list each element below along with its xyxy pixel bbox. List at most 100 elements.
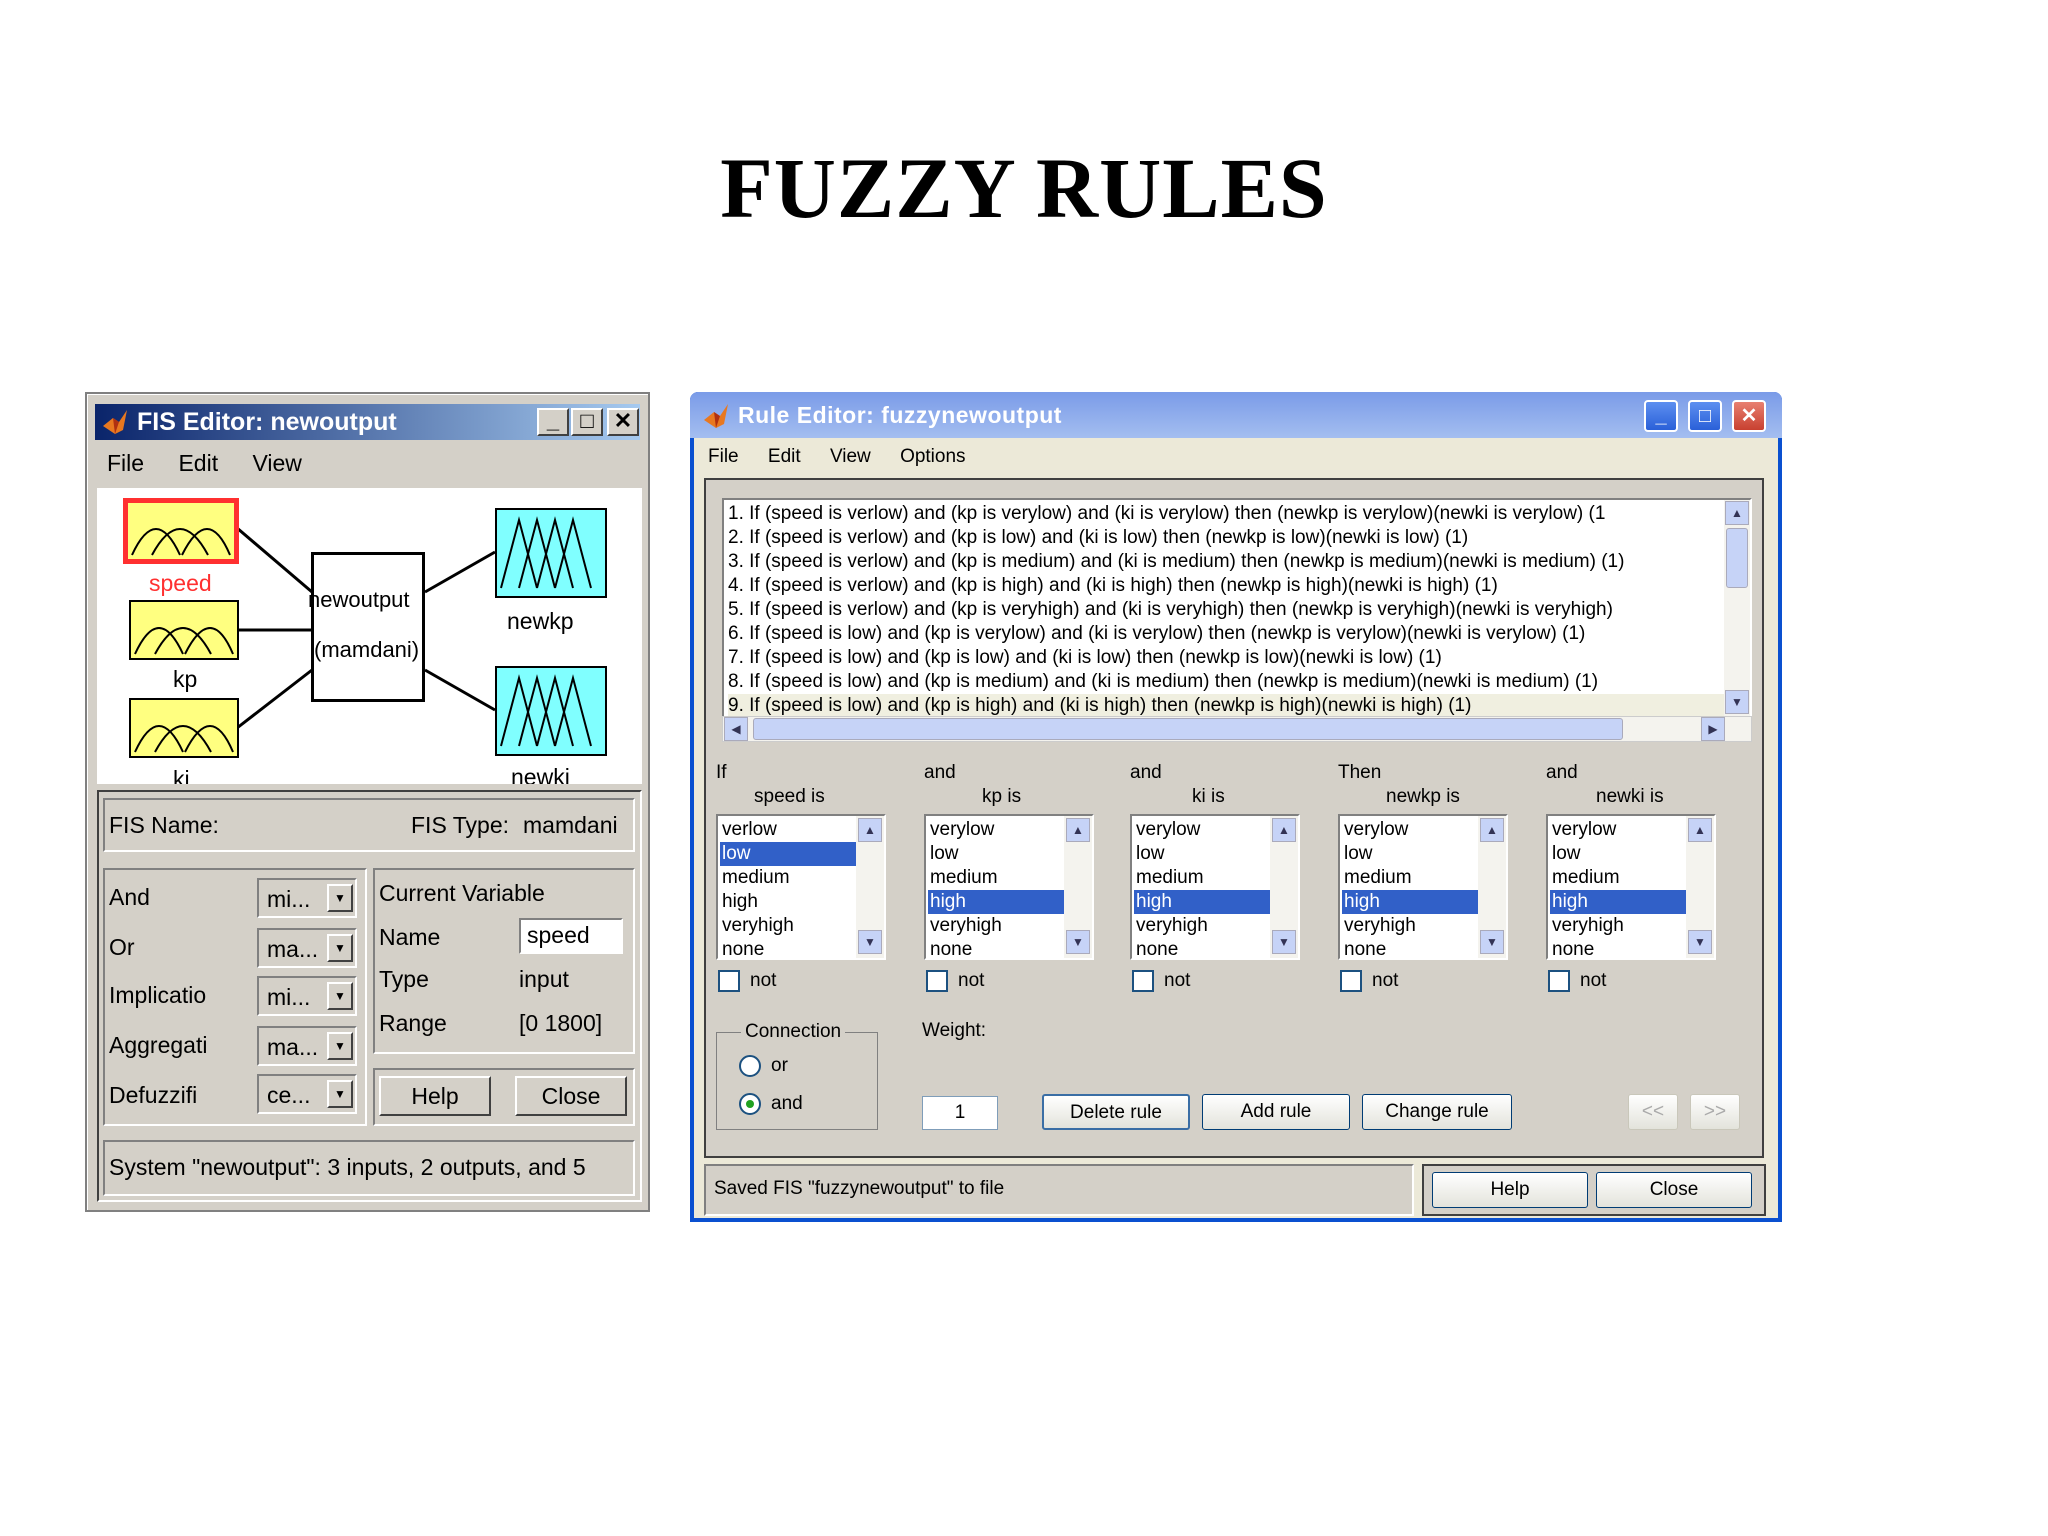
rule-item[interactable]: 3. If (speed is verlow) and (kp is mediu… bbox=[728, 550, 1728, 574]
list-item[interactable]: veryhigh bbox=[928, 914, 1064, 938]
output-newkp-block[interactable] bbox=[495, 508, 607, 598]
menu-file[interactable]: File bbox=[107, 450, 144, 476]
weight-input[interactable]: 1 bbox=[922, 1096, 998, 1130]
scroll-down-icon[interactable]: ▼ bbox=[1725, 690, 1749, 714]
rule-item-selected[interactable]: 9. If (speed is low) and (kp is high) an… bbox=[728, 694, 1728, 716]
rule-item[interactable]: 8. If (speed is low) and (kp is medium) … bbox=[728, 670, 1728, 694]
list-item-selected[interactable]: high bbox=[1550, 890, 1686, 914]
implication-method-dropdown[interactable]: mi... ▼ bbox=[257, 976, 357, 1016]
scroll-down-icon[interactable]: ▼ bbox=[1480, 930, 1504, 954]
speed-listbox[interactable]: verlow low medium high veryhigh none ▲ ▼ bbox=[716, 814, 886, 960]
rule-item[interactable]: 6. If (speed is low) and (kp is verylow)… bbox=[728, 622, 1728, 646]
help-button[interactable]: Help bbox=[379, 1076, 491, 1116]
scroll-down-icon[interactable]: ▼ bbox=[1066, 930, 1090, 954]
rule-list-horizontal-scrollbar[interactable]: ◀ ▶ bbox=[722, 716, 1752, 742]
next-rules-button[interactable]: >> bbox=[1690, 1094, 1740, 1130]
listbox-scrollbar[interactable]: ▲ ▼ bbox=[856, 816, 884, 958]
list-item[interactable]: veryhigh bbox=[1134, 914, 1270, 938]
listbox-scrollbar[interactable]: ▲ ▼ bbox=[1270, 816, 1298, 958]
list-item-selected[interactable]: high bbox=[928, 890, 1064, 914]
minimize-button[interactable]: _ bbox=[537, 408, 569, 436]
not-checkbox[interactable] bbox=[926, 970, 948, 992]
rule-item[interactable]: 4. If (speed is verlow) and (kp is high)… bbox=[728, 574, 1728, 598]
ki-listbox[interactable]: verylow low medium high veryhigh none ▲ … bbox=[1130, 814, 1300, 960]
scroll-down-icon[interactable]: ▼ bbox=[1272, 930, 1296, 954]
variable-name-field[interactable]: speed bbox=[519, 918, 623, 954]
kp-listbox[interactable]: verylow low medium high veryhigh none ▲ … bbox=[924, 814, 1094, 960]
close-button[interactable]: Close bbox=[1596, 1172, 1752, 1208]
list-item[interactable]: low bbox=[1342, 842, 1478, 866]
scroll-up-icon[interactable]: ▲ bbox=[1066, 818, 1090, 842]
list-item[interactable]: low bbox=[1134, 842, 1270, 866]
fis-title-bar[interactable]: FIS Editor: newoutput _ □ ✕ bbox=[95, 404, 640, 440]
not-checkbox[interactable] bbox=[1548, 970, 1570, 992]
list-item[interactable]: verylow bbox=[1134, 818, 1270, 842]
list-item-selected[interactable]: low bbox=[720, 842, 856, 866]
scroll-up-icon[interactable]: ▲ bbox=[1725, 501, 1749, 525]
not-checkbox[interactable] bbox=[1340, 970, 1362, 992]
list-item[interactable]: veryhigh bbox=[720, 914, 856, 938]
aggregation-method-dropdown[interactable]: ma... ▼ bbox=[257, 1026, 357, 1066]
rule-item[interactable]: 1. If (speed is verlow) and (kp is veryl… bbox=[728, 502, 1728, 526]
menu-file[interactable]: File bbox=[708, 446, 739, 467]
previous-rules-button[interactable]: << bbox=[1628, 1094, 1678, 1130]
help-button[interactable]: Help bbox=[1432, 1172, 1588, 1208]
close-window-button[interactable]: ✕ bbox=[1732, 400, 1766, 432]
rule-list[interactable]: 1. If (speed is verlow) and (kp is veryl… bbox=[722, 498, 1752, 718]
menu-view[interactable]: View bbox=[252, 450, 301, 476]
list-item[interactable]: low bbox=[928, 842, 1064, 866]
newki-listbox[interactable]: verylow low medium high veryhigh none ▲ … bbox=[1546, 814, 1716, 960]
not-checkbox[interactable] bbox=[1132, 970, 1154, 992]
add-rule-button[interactable]: Add rule bbox=[1202, 1094, 1350, 1130]
list-item-selected[interactable]: high bbox=[1134, 890, 1270, 914]
list-item[interactable]: veryhigh bbox=[1550, 914, 1686, 938]
list-item[interactable]: none bbox=[1550, 938, 1686, 958]
change-rule-button[interactable]: Change rule bbox=[1362, 1094, 1512, 1130]
close-window-button[interactable]: ✕ bbox=[607, 408, 639, 436]
menu-view[interactable]: View bbox=[830, 446, 871, 467]
and-radio[interactable] bbox=[739, 1093, 761, 1115]
menu-edit[interactable]: Edit bbox=[768, 446, 801, 467]
rule-list-vertical-scrollbar[interactable]: ▲ ▼ bbox=[1724, 500, 1750, 716]
scroll-down-icon[interactable]: ▼ bbox=[858, 930, 882, 954]
list-item[interactable]: medium bbox=[1550, 866, 1686, 890]
input-speed-block[interactable] bbox=[123, 498, 239, 564]
list-item[interactable]: medium bbox=[1134, 866, 1270, 890]
list-item[interactable]: veryhigh bbox=[1342, 914, 1478, 938]
or-radio[interactable] bbox=[739, 1055, 761, 1077]
list-item[interactable]: verylow bbox=[928, 818, 1064, 842]
input-ki-block[interactable] bbox=[129, 698, 239, 758]
list-item[interactable]: low bbox=[1550, 842, 1686, 866]
scroll-up-icon[interactable]: ▲ bbox=[1688, 818, 1712, 842]
minimize-button[interactable]: _ bbox=[1644, 400, 1678, 432]
list-item[interactable]: verylow bbox=[1342, 818, 1478, 842]
list-item[interactable]: verylow bbox=[1550, 818, 1686, 842]
or-method-dropdown[interactable]: ma... ▼ bbox=[257, 928, 357, 968]
close-button[interactable]: Close bbox=[515, 1076, 627, 1116]
scroll-thumb[interactable] bbox=[753, 718, 1623, 740]
scroll-right-icon[interactable]: ▶ bbox=[1701, 717, 1725, 741]
scroll-thumb[interactable] bbox=[1726, 528, 1748, 588]
scroll-left-icon[interactable]: ◀ bbox=[724, 717, 748, 741]
menu-edit[interactable]: Edit bbox=[178, 450, 218, 476]
list-item[interactable]: verlow bbox=[720, 818, 856, 842]
and-method-dropdown[interactable]: mi... ▼ bbox=[257, 878, 357, 918]
maximize-button[interactable]: □ bbox=[571, 408, 603, 436]
menu-options[interactable]: Options bbox=[900, 446, 965, 467]
listbox-scrollbar[interactable]: ▲ ▼ bbox=[1064, 816, 1092, 958]
list-item[interactable]: medium bbox=[928, 866, 1064, 890]
scroll-up-icon[interactable]: ▲ bbox=[858, 818, 882, 842]
list-item[interactable]: none bbox=[720, 938, 856, 958]
rule-item[interactable]: 7. If (speed is low) and (kp is low) and… bbox=[728, 646, 1728, 670]
rule-item[interactable]: 2. If (speed is verlow) and (kp is low) … bbox=[728, 526, 1728, 550]
list-item[interactable]: none bbox=[1342, 938, 1478, 958]
rule-item[interactable]: 5. If (speed is verlow) and (kp is veryh… bbox=[728, 598, 1728, 622]
listbox-scrollbar[interactable]: ▲ ▼ bbox=[1686, 816, 1714, 958]
newkp-listbox[interactable]: verylow low medium high veryhigh none ▲ … bbox=[1338, 814, 1508, 960]
list-item[interactable]: none bbox=[1134, 938, 1270, 958]
list-item[interactable]: medium bbox=[1342, 866, 1478, 890]
delete-rule-button[interactable]: Delete rule bbox=[1042, 1094, 1190, 1130]
output-newki-block[interactable] bbox=[495, 666, 607, 756]
list-item[interactable]: medium bbox=[720, 866, 856, 890]
scroll-up-icon[interactable]: ▲ bbox=[1272, 818, 1296, 842]
